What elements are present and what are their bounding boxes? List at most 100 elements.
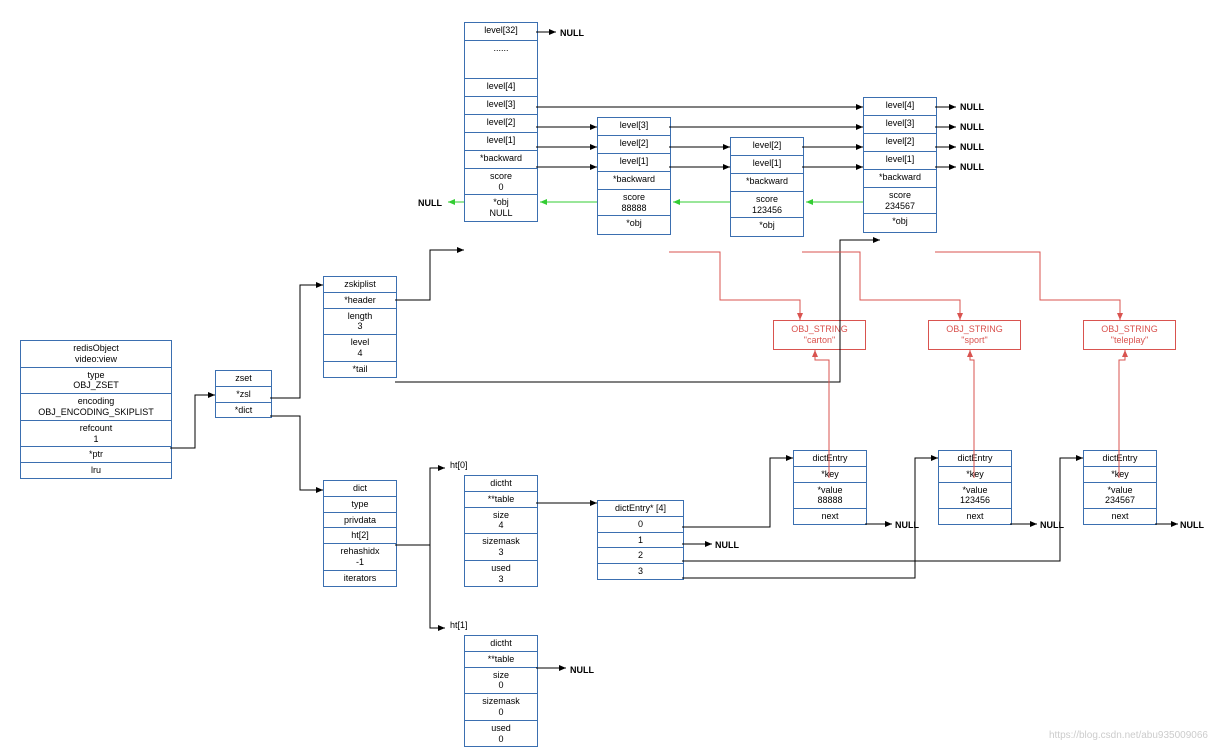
de1-key: *key <box>794 467 866 483</box>
null-n3-l3: NULL <box>960 122 984 132</box>
hdr-l1: level[1] <box>465 133 537 151</box>
entryarr-1: 1 <box>598 533 683 549</box>
dict-box: dict type privdata ht[2] rehashidx -1 it… <box>323 480 397 587</box>
dictht-0: dictht **table size 4 sizemask 3 used 3 <box>464 475 538 587</box>
dictentry-2: dictEntry *key *value 123456 next <box>938 450 1012 525</box>
ht0-label: ht[0] <box>450 460 468 470</box>
n3-l4: level[4] <box>864 98 936 116</box>
de2-key: *key <box>939 467 1011 483</box>
obj-string-sport: OBJ_STRING "sport" <box>928 320 1021 350</box>
ht1-title: dictht <box>465 636 537 652</box>
n3-score: score 234567 <box>864 188 936 214</box>
null-n3-l2: NULL <box>960 142 984 152</box>
de3-title: dictEntry <box>1084 451 1156 467</box>
ht0-title: dictht <box>465 476 537 492</box>
zskiplist-length: length 3 <box>324 309 396 336</box>
redisobject-title: redisObject video:view <box>21 341 171 368</box>
dict-rehashidx: rehashidx -1 <box>324 544 396 571</box>
entryarr-2: 2 <box>598 548 683 564</box>
zskiplist-title: zskiplist <box>324 277 396 293</box>
skiplist-node-3: level[4] level[3] level[2] level[1] *bac… <box>863 97 937 233</box>
de2-title: dictEntry <box>939 451 1011 467</box>
skiplist-header-node: level[32] ...... level[4] level[3] level… <box>464 22 538 222</box>
zskiplist-level: level 4 <box>324 335 396 362</box>
obj-string-carton: OBJ_STRING "carton" <box>773 320 866 350</box>
n1-l1: level[1] <box>598 154 670 172</box>
n3-back: *backward <box>864 170 936 188</box>
redisobject-refcount: refcount 1 <box>21 421 171 448</box>
entryarr-0: 0 <box>598 517 683 533</box>
dict-title: dict <box>324 481 396 497</box>
ht1-used: used 0 <box>465 721 537 747</box>
zset-title: zset <box>216 371 271 387</box>
n3-l3: level[3] <box>864 116 936 134</box>
null-n3-l4: NULL <box>960 102 984 112</box>
hdr-l4: level[4] <box>465 79 537 97</box>
n3-obj: *obj <box>864 214 936 232</box>
de1-next: next <box>794 509 866 524</box>
dictentry-array: dictEntry* [4] 0 1 2 3 <box>597 500 684 580</box>
null-hdr-l32: NULL <box>560 28 584 38</box>
null-back-hdr: NULL <box>418 198 442 208</box>
dict-ht: ht[2] <box>324 528 396 544</box>
null-n3-l1: NULL <box>960 162 984 172</box>
n2-l1: level[1] <box>731 156 803 174</box>
n1-obj: *obj <box>598 216 670 234</box>
redisobject-ptr: *ptr <box>21 447 171 463</box>
de3-next: next <box>1084 509 1156 524</box>
redisobject-type: type OBJ_ZSET <box>21 368 171 395</box>
ht0-table: **table <box>465 492 537 508</box>
ht0-size: size 4 <box>465 508 537 535</box>
dict-iterators: iterators <box>324 571 396 586</box>
ht1-sizemask: sizemask 0 <box>465 694 537 721</box>
n2-obj: *obj <box>731 218 803 236</box>
null-de3-next: NULL <box>1180 520 1204 530</box>
zset-box: zset *zsl *dict <box>215 370 272 418</box>
dictentry-1: dictEntry *key *value 88888 next <box>793 450 867 525</box>
de3-value: *value 234567 <box>1084 483 1156 510</box>
n1-back: *backward <box>598 172 670 190</box>
dict-privdata: privdata <box>324 513 396 529</box>
zset-zsl: *zsl <box>216 387 271 403</box>
zskiplist-header: *header <box>324 293 396 309</box>
dictht-1: dictht **table size 0 sizemask 0 used 0 <box>464 635 538 747</box>
null-ht1-table: NULL <box>570 665 594 675</box>
hdr-back: *backward <box>465 151 537 169</box>
hdr-l3: level[3] <box>465 97 537 115</box>
de1-value: *value 88888 <box>794 483 866 510</box>
n1-l3: level[3] <box>598 118 670 136</box>
hdr-l32: level[32] <box>465 23 537 41</box>
skiplist-node-1: level[3] level[2] level[1] *backward sco… <box>597 117 671 235</box>
ht0-used: used 3 <box>465 561 537 587</box>
n1-score: score 88888 <box>598 190 670 216</box>
n3-l1: level[1] <box>864 152 936 170</box>
redisobject-lru: lru <box>21 463 171 478</box>
n2-l2: level[2] <box>731 138 803 156</box>
n2-score: score 123456 <box>731 192 803 218</box>
null-de1-next: NULL <box>895 520 919 530</box>
n2-back: *backward <box>731 174 803 192</box>
de1-title: dictEntry <box>794 451 866 467</box>
diagram-arrows <box>0 0 1218 749</box>
de3-key: *key <box>1084 467 1156 483</box>
entryarr-title: dictEntry* [4] <box>598 501 683 517</box>
zskiplist-box: zskiplist *header length 3 level 4 *tail <box>323 276 397 378</box>
n1-l2: level[2] <box>598 136 670 154</box>
de2-next: next <box>939 509 1011 524</box>
hdr-score: score 0 <box>465 169 537 195</box>
dict-type: type <box>324 497 396 513</box>
hdr-obj: *obj NULL <box>465 195 537 221</box>
zset-dict: *dict <box>216 403 271 418</box>
ht1-size: size 0 <box>465 668 537 695</box>
dictentry-3: dictEntry *key *value 234567 next <box>1083 450 1157 525</box>
entryarr-3: 3 <box>598 564 683 579</box>
redisobject-encoding: encoding OBJ_ENCODING_SKIPLIST <box>21 394 171 421</box>
ht1-table: **table <box>465 652 537 668</box>
n3-l2: level[2] <box>864 134 936 152</box>
skiplist-node-2: level[2] level[1] *backward score 123456… <box>730 137 804 237</box>
ht1-label: ht[1] <box>450 620 468 630</box>
hdr-l2: level[2] <box>465 115 537 133</box>
zskiplist-tail: *tail <box>324 362 396 377</box>
de2-value: *value 123456 <box>939 483 1011 510</box>
redisobject-box: redisObject video:view type OBJ_ZSET enc… <box>20 340 172 479</box>
